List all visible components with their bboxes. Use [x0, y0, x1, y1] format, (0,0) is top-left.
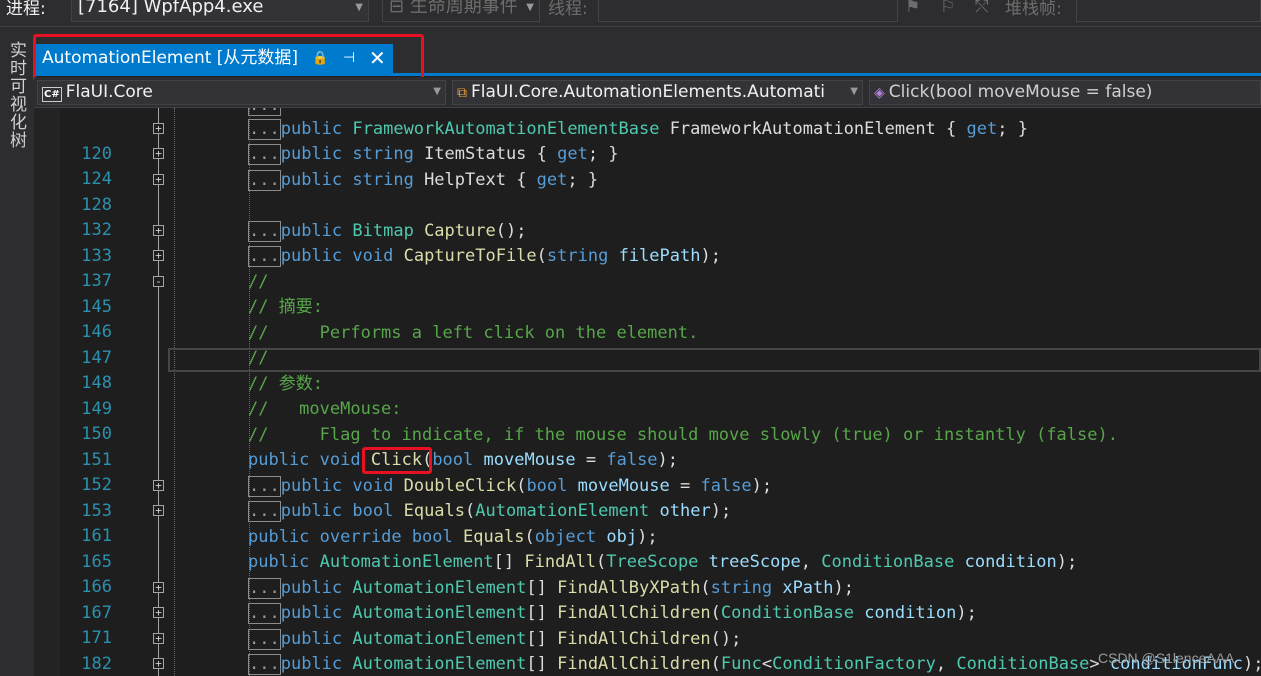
live-visual-tree-sidetab[interactable]: 实时可视化树	[0, 27, 35, 676]
collapsed-region-marker[interactable]: ...	[248, 170, 281, 191]
expand-icon[interactable]: +	[153, 607, 164, 618]
chevron-down-icon: ▼	[526, 2, 534, 13]
lifecycle-label: 生命周期事件	[409, 0, 518, 17]
project-value: FlaUI.Core	[65, 82, 153, 102]
code-line: 151 // Flag to indicate, if the mouse sh…	[34, 423, 1261, 470]
lifecycle-events-dropdown[interactable]: ⊟ 生命周期事件 ▼	[382, 0, 540, 22]
process-dropdown[interactable]: [7164] WpfApp4.exe ▼	[71, 0, 369, 22]
code-line: 128 + ...public string HelpText { get; }	[34, 168, 1261, 215]
stack-frame-label: 堆栈帧:	[1005, 0, 1062, 19]
lock-icon: 🔒	[312, 51, 329, 66]
code-line: 120 + ...public FrameworkAutomationEleme…	[34, 117, 1261, 164]
chevron-down-icon: ▼	[847, 81, 858, 103]
code-line: 189 + ...public AutomationElement[] Find…	[34, 652, 1261, 676]
expand-icon[interactable]: +	[153, 582, 164, 593]
collapsed-region-marker[interactable]: ...	[248, 654, 281, 675]
expand-icon[interactable]: +	[153, 250, 164, 261]
class-icon: ⧉	[457, 85, 467, 101]
code-line: 153 + ...public void DoubleClick(bool mo…	[34, 474, 1261, 521]
toggle-external-code-icon[interactable]: ⤲	[975, 0, 989, 17]
csharp-icon: C#	[42, 87, 62, 102]
code-line-click-method: 152 public void Click(bool moveMouse = f…	[34, 448, 1261, 495]
expand-icon[interactable]: +	[153, 633, 164, 644]
thread-dropdown[interactable]	[598, 0, 898, 22]
collapsed-region-marker[interactable]: ...	[248, 578, 281, 599]
code-line: 171 + ...public AutomationElement[] Find…	[34, 601, 1261, 648]
expand-icon[interactable]: +	[153, 505, 164, 516]
expand-icon[interactable]: +	[153, 658, 164, 669]
expand-icon[interactable]: +	[153, 123, 164, 134]
type-dropdown[interactable]: ⧉ FlaUI.Core.AutomationElements.Automati …	[452, 80, 863, 105]
collapsed-region-marker[interactable]: ...	[248, 629, 281, 650]
expand-icon[interactable]: +	[153, 225, 164, 236]
code-line: 132	[34, 193, 1261, 240]
thread-label: 线程:	[548, 0, 588, 19]
pin-icon[interactable]: ⊣	[343, 44, 355, 73]
code-line: 147 // Performs a left click on the elem…	[34, 321, 1261, 368]
flag-all-threads-icon[interactable]: ⚐	[940, 0, 955, 17]
collapsed-region-marker[interactable]: ...	[248, 119, 281, 140]
method-icon: ◈	[874, 85, 885, 101]
expand-icon[interactable]: +	[153, 148, 164, 159]
collapsed-region-marker[interactable]: ...	[248, 221, 281, 242]
collapsed-region-marker[interactable]: ...	[248, 501, 281, 522]
code-line: 182 + ...public AutomationElement[] Find…	[34, 627, 1261, 674]
member-dropdown[interactable]: ◈ Click(bool moveMouse = false)	[869, 80, 1261, 105]
lifecycle-icon: ⊟	[389, 0, 410, 17]
flag-thread-icon[interactable]: ⚑	[905, 0, 920, 17]
expand-icon[interactable]: +	[153, 480, 164, 491]
code-line: 146 // 摘要:	[34, 295, 1261, 342]
code-line: 124 + ...public string ItemStatus { get;…	[34, 142, 1261, 189]
process-label: 进程:	[6, 0, 46, 19]
collapse-icon[interactable]: -	[153, 276, 164, 287]
code-line: 148 //	[34, 346, 1261, 393]
click-method-name[interactable]: Click	[371, 450, 422, 470]
navigation-bar: C# FlaUI.Core ▼ ⧉ FlaUI.Core.AutomationEle…	[34, 77, 1261, 108]
code-line: 167 + ...public AutomationElement[] Find…	[34, 576, 1261, 623]
process-value: [7164] WpfApp4.exe	[78, 0, 264, 17]
type-value: FlaUI.Core.AutomationElements.Automati	[471, 82, 826, 102]
collapsed-region-marker[interactable]: ...	[248, 603, 281, 624]
document-tab-strip: AutomationElement [从元数据] 🔒 ⊣ ✕	[34, 27, 1261, 76]
chevron-down-icon: ▼	[355, 2, 363, 13]
collapsed-region-marker[interactable]: ...	[248, 108, 281, 116]
code-line: 166 public AutomationElement[] FindAll(T…	[34, 550, 1261, 597]
code-line: 133 + ...public Bitmap Capture();	[34, 219, 1261, 266]
chevron-down-icon: ▼	[430, 81, 441, 103]
collapsed-region-marker[interactable]: ...	[248, 246, 281, 267]
watermark: CSDN @S1lenceAAA	[1098, 650, 1235, 666]
live-visual-tree-label: 实时可视化树	[6, 41, 26, 149]
tab-title: AutomationElement [从元数据]	[42, 48, 299, 68]
code-line: 165 public override bool Equals(object o…	[34, 525, 1261, 572]
collapsed-region-marker[interactable]: ...	[248, 144, 281, 165]
code-line: 137 + ...public void CaptureToFile(strin…	[34, 244, 1261, 291]
code-line: 145 - //	[34, 270, 1261, 317]
expand-icon[interactable]: +	[153, 174, 164, 185]
code-line: 150 // moveMouse:	[34, 397, 1261, 444]
project-dropdown[interactable]: C# FlaUI.Core ▼	[37, 80, 446, 105]
code-line: 161 + ...public bool Equals(AutomationEl…	[34, 499, 1261, 546]
stack-frame-dropdown[interactable]	[1076, 0, 1261, 22]
tab-automation-element[interactable]: AutomationElement [从元数据] 🔒 ⊣ ✕	[36, 44, 393, 73]
code-editor[interactable]: ... 120 + ...public FrameworkAutomationE…	[34, 108, 1261, 676]
close-icon[interactable]: ✕	[369, 44, 386, 73]
member-value: Click(bool moveMouse = false)	[888, 82, 1153, 102]
collapsed-region-marker[interactable]: ...	[248, 476, 281, 497]
code-line: 149 // 参数:	[34, 372, 1261, 419]
debug-location-toolbar: 进程: [7164] WpfApp4.exe ▼ ⊟ 生命周期事件 ▼ 线程: …	[0, 0, 1261, 27]
